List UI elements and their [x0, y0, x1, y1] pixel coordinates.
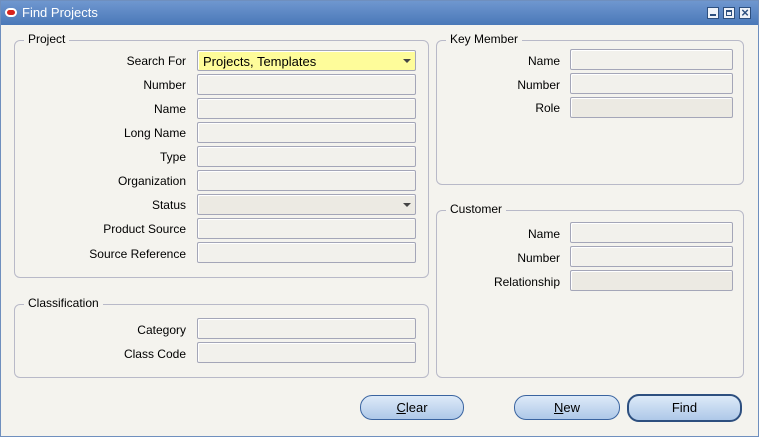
- project-number-field[interactable]: [197, 74, 416, 95]
- organization-field[interactable]: [197, 170, 416, 191]
- project-name-field[interactable]: [197, 98, 416, 119]
- product-source-field[interactable]: [197, 218, 416, 239]
- relationship-label: Relationship: [493, 275, 560, 289]
- new-mnemonic: N: [553, 400, 564, 415]
- long-name-label: Long Name: [123, 126, 186, 140]
- new-button[interactable]: New: [514, 395, 620, 420]
- clear-button[interactable]: Clear: [360, 395, 464, 420]
- find-projects-window: Find Projects Project Search For Project…: [0, 0, 759, 437]
- close-icon[interactable]: [739, 5, 751, 20]
- chevron-down-icon[interactable]: [403, 203, 411, 207]
- search-for-value: Projects, Templates: [203, 54, 317, 69]
- source-reference-field[interactable]: [197, 242, 416, 263]
- role-field[interactable]: [570, 97, 733, 118]
- find-label: Find: [671, 400, 698, 415]
- status-label: Status: [151, 198, 186, 212]
- title-bar[interactable]: Find Projects: [1, 1, 758, 25]
- customer-number-label: Number: [517, 251, 560, 265]
- search-for-label: Search For: [126, 54, 186, 68]
- type-label: Type: [159, 150, 186, 164]
- find-button[interactable]: Find: [627, 394, 742, 422]
- role-label: Role: [535, 101, 560, 115]
- class-code-label: Class Code: [123, 347, 186, 361]
- clear-mnemonic: C: [396, 400, 406, 415]
- source-reference-label: Source Reference: [89, 247, 186, 261]
- key-member-number-label: Number: [517, 78, 560, 92]
- status-select[interactable]: [197, 194, 416, 215]
- classification-group: Classification: [14, 296, 429, 378]
- customer-name-field[interactable]: [570, 222, 733, 243]
- oracle-logo-icon: [5, 8, 17, 17]
- minimize-icon[interactable]: [707, 7, 719, 19]
- key-member-number-field[interactable]: [570, 73, 733, 94]
- window-title: Find Projects: [22, 5, 98, 20]
- key-member-name-label: Name: [527, 54, 560, 68]
- relationship-field[interactable]: [570, 270, 733, 291]
- new-label-rest: ew: [563, 400, 580, 415]
- long-name-field[interactable]: [197, 122, 416, 143]
- customer-number-field[interactable]: [570, 246, 733, 267]
- category-field[interactable]: [197, 318, 416, 339]
- classification-legend: Classification: [24, 296, 103, 310]
- product-source-label: Product Source: [103, 222, 186, 236]
- name-label: Name: [153, 102, 186, 116]
- customer-name-label: Name: [527, 227, 560, 241]
- type-field[interactable]: [197, 146, 416, 167]
- project-legend: Project: [24, 32, 70, 46]
- clear-label-rest: lear: [405, 400, 428, 415]
- number-label: Number: [143, 78, 186, 92]
- search-for-select[interactable]: Projects, Templates: [197, 50, 416, 71]
- maximize-icon[interactable]: [723, 7, 735, 19]
- class-code-field[interactable]: [197, 342, 416, 363]
- organization-label: Organization: [117, 174, 186, 188]
- key-member-name-field[interactable]: [570, 49, 733, 70]
- category-label: Category: [137, 323, 186, 337]
- key-member-legend: Key Member: [446, 32, 523, 46]
- customer-legend: Customer: [446, 202, 507, 216]
